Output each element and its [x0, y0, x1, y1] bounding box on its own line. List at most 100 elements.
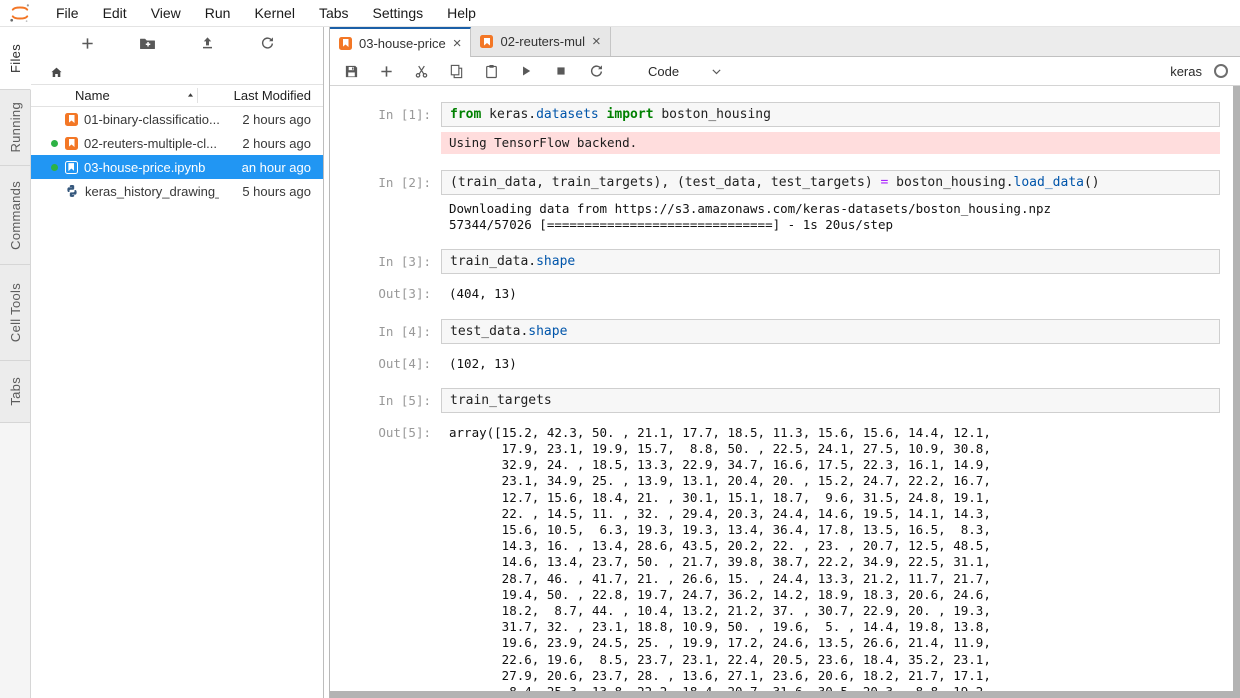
- document-tab-bar: 03-house-price × 02-reuters-mul ×: [330, 27, 1240, 57]
- cell-prompt: In [4]:: [345, 319, 441, 340]
- copy-icon[interactable]: [447, 62, 465, 80]
- upload-icon[interactable]: [197, 34, 217, 54]
- sidebar-tab-commands[interactable]: Commands: [0, 166, 31, 265]
- code-input[interactable]: (train_data, train_targets), (test_data,…: [441, 170, 1220, 195]
- output-area: Out[5]:array([15.2, 42.3, 50. , 21.1, 17…: [345, 425, 1240, 691]
- menu-edit[interactable]: Edit: [91, 5, 139, 21]
- notebook-toolbar: Code keras: [330, 57, 1240, 86]
- close-icon[interactable]: ×: [592, 34, 601, 49]
- horizontal-scrollbar[interactable]: [330, 691, 1240, 698]
- insert-cell-icon[interactable]: [377, 62, 395, 80]
- file-modified: 5 hours ago: [219, 184, 323, 199]
- output-area: Out[4]:(102, 13): [345, 356, 1240, 372]
- kernel-running-dot: [51, 140, 65, 147]
- cell-prompt: In [5]:: [345, 388, 441, 409]
- code-cell: In [2]:(train_data, train_targets), (tes…: [345, 170, 1240, 195]
- sidebar-strip-filler: [0, 423, 31, 698]
- sidebar-tab-cell-tools[interactable]: Cell Tools: [0, 265, 31, 361]
- menu-tabs[interactable]: Tabs: [307, 5, 361, 21]
- paste-icon[interactable]: [482, 62, 500, 80]
- refresh-icon[interactable]: [257, 34, 277, 54]
- cell-prompt: Out[5]:: [345, 425, 441, 441]
- main-area: Files Running Commands Cell Tools Tabs Name …: [0, 27, 1240, 698]
- file-name: keras_history_drawing_...: [85, 184, 219, 199]
- file-modified: 2 hours ago: [219, 136, 323, 151]
- file-row[interactable]: 03-house-price.ipynban hour ago: [31, 155, 323, 179]
- restart-kernel-icon[interactable]: [587, 62, 605, 80]
- menu-file[interactable]: File: [44, 5, 91, 21]
- menu-bar: FileEditViewRunKernelTabsSettingsHelp: [0, 0, 1240, 27]
- run-icon[interactable]: [517, 62, 535, 80]
- sidebar-tab-label: Running: [8, 102, 23, 153]
- notebook-file-icon: [480, 35, 493, 48]
- code-cell: In [4]:test_data.shape: [345, 319, 1240, 344]
- file-row[interactable]: 01-binary-classificatio...2 hours ago: [31, 107, 323, 131]
- vertical-scrollbar[interactable]: [1233, 86, 1240, 691]
- sidebar-tab-label: Commands: [8, 181, 23, 250]
- column-header-name[interactable]: Name: [31, 88, 197, 103]
- file-row[interactable]: keras_history_drawing_...5 hours ago: [31, 179, 323, 203]
- tab-label: 03-house-price: [359, 36, 446, 51]
- menu-run[interactable]: Run: [193, 5, 243, 21]
- kernel-running-dot: [51, 164, 65, 171]
- file-browser-toolbar: [31, 27, 323, 60]
- code-cell: In [1]:from keras.datasets import boston…: [345, 102, 1240, 127]
- stderr-output: Using TensorFlow backend.: [441, 132, 1220, 154]
- notebook-content: In [1]:from keras.datasets import boston…: [330, 86, 1240, 691]
- close-icon[interactable]: ×: [453, 36, 462, 51]
- menu-view[interactable]: View: [139, 5, 193, 21]
- notebook-tab-02-reuters-mul[interactable]: 02-reuters-mul ×: [471, 27, 610, 56]
- jupyter-logo-icon: [8, 1, 32, 25]
- cell-prompt: In [3]:: [345, 249, 441, 270]
- notebook-file-icon: [65, 113, 78, 126]
- file-list-header: Name Last Modified: [31, 84, 323, 107]
- file-modified: an hour ago: [219, 160, 323, 175]
- menu-settings[interactable]: Settings: [361, 5, 436, 21]
- notebook-tab-03-house-price[interactable]: 03-house-price ×: [330, 27, 471, 57]
- new-launcher-icon[interactable]: [77, 34, 97, 54]
- code-cell: In [5]:train_targets: [345, 388, 1240, 413]
- file-list: 01-binary-classificatio...2 hours ago02-…: [31, 107, 323, 698]
- code-cell: In [3]:train_data.shape: [345, 249, 1240, 274]
- file-name: 02-reuters-multiple-cl...: [84, 136, 219, 151]
- file-name: 01-binary-classificatio...: [84, 112, 219, 127]
- stop-icon[interactable]: [552, 62, 570, 80]
- kernel-name: keras: [1170, 64, 1202, 79]
- notebook-file-icon: [65, 161, 78, 174]
- notebook-file-icon: [339, 37, 352, 50]
- breadcrumb: [31, 60, 323, 84]
- code-input[interactable]: from keras.datasets import boston_housin…: [441, 102, 1220, 127]
- output-area: Using TensorFlow backend.: [345, 132, 1240, 154]
- jupyterlab-window: FileEditViewRunKernelTabsSettingsHelp Fi…: [0, 0, 1240, 698]
- sidebar-tab-running[interactable]: Running: [0, 90, 31, 166]
- notebook-panel: 03-house-price × 02-reuters-mul × Code kera…: [329, 27, 1240, 698]
- cut-icon[interactable]: [412, 62, 430, 80]
- file-row[interactable]: 02-reuters-multiple-cl...2 hours ago: [31, 131, 323, 155]
- menu-help[interactable]: Help: [435, 5, 488, 21]
- home-icon[interactable]: [46, 62, 66, 82]
- sidebar-tab-label: Cell Tools: [8, 283, 23, 342]
- file-name: 03-house-price.ipynb: [84, 160, 219, 175]
- kernel-status-indicator[interactable]: [1214, 64, 1228, 78]
- sidebar-tab-tabs[interactable]: Tabs: [0, 361, 31, 423]
- sidebar-tab-label: Files: [8, 44, 23, 73]
- chevron-down-icon: [709, 64, 723, 78]
- cell-prompt: Out[3]:: [345, 286, 441, 302]
- result-output: array([15.2, 42.3, 50. , 21.1, 17.7, 18.…: [441, 425, 991, 691]
- menu-kernel[interactable]: Kernel: [242, 5, 306, 21]
- tab-label: 02-reuters-mul: [500, 34, 585, 49]
- code-input[interactable]: train_data.shape: [441, 249, 1220, 274]
- save-icon[interactable]: [342, 62, 360, 80]
- cell-type-dropdown[interactable]: Code: [648, 64, 723, 79]
- sidebar-tab-label: Tabs: [8, 377, 23, 406]
- code-input[interactable]: test_data.shape: [441, 319, 1220, 344]
- left-activity-bar: Files Running Commands Cell Tools Tabs: [0, 27, 31, 698]
- cell-type-value: Code: [648, 64, 679, 79]
- sort-caret-up-icon: [186, 91, 195, 100]
- sidebar-tab-files[interactable]: Files: [0, 27, 31, 90]
- notebook-file-icon: [65, 137, 78, 150]
- column-header-modified[interactable]: Last Modified: [197, 88, 323, 103]
- result-output: (102, 13): [441, 356, 517, 372]
- code-input[interactable]: train_targets: [441, 388, 1220, 413]
- new-folder-icon[interactable]: [137, 34, 157, 54]
